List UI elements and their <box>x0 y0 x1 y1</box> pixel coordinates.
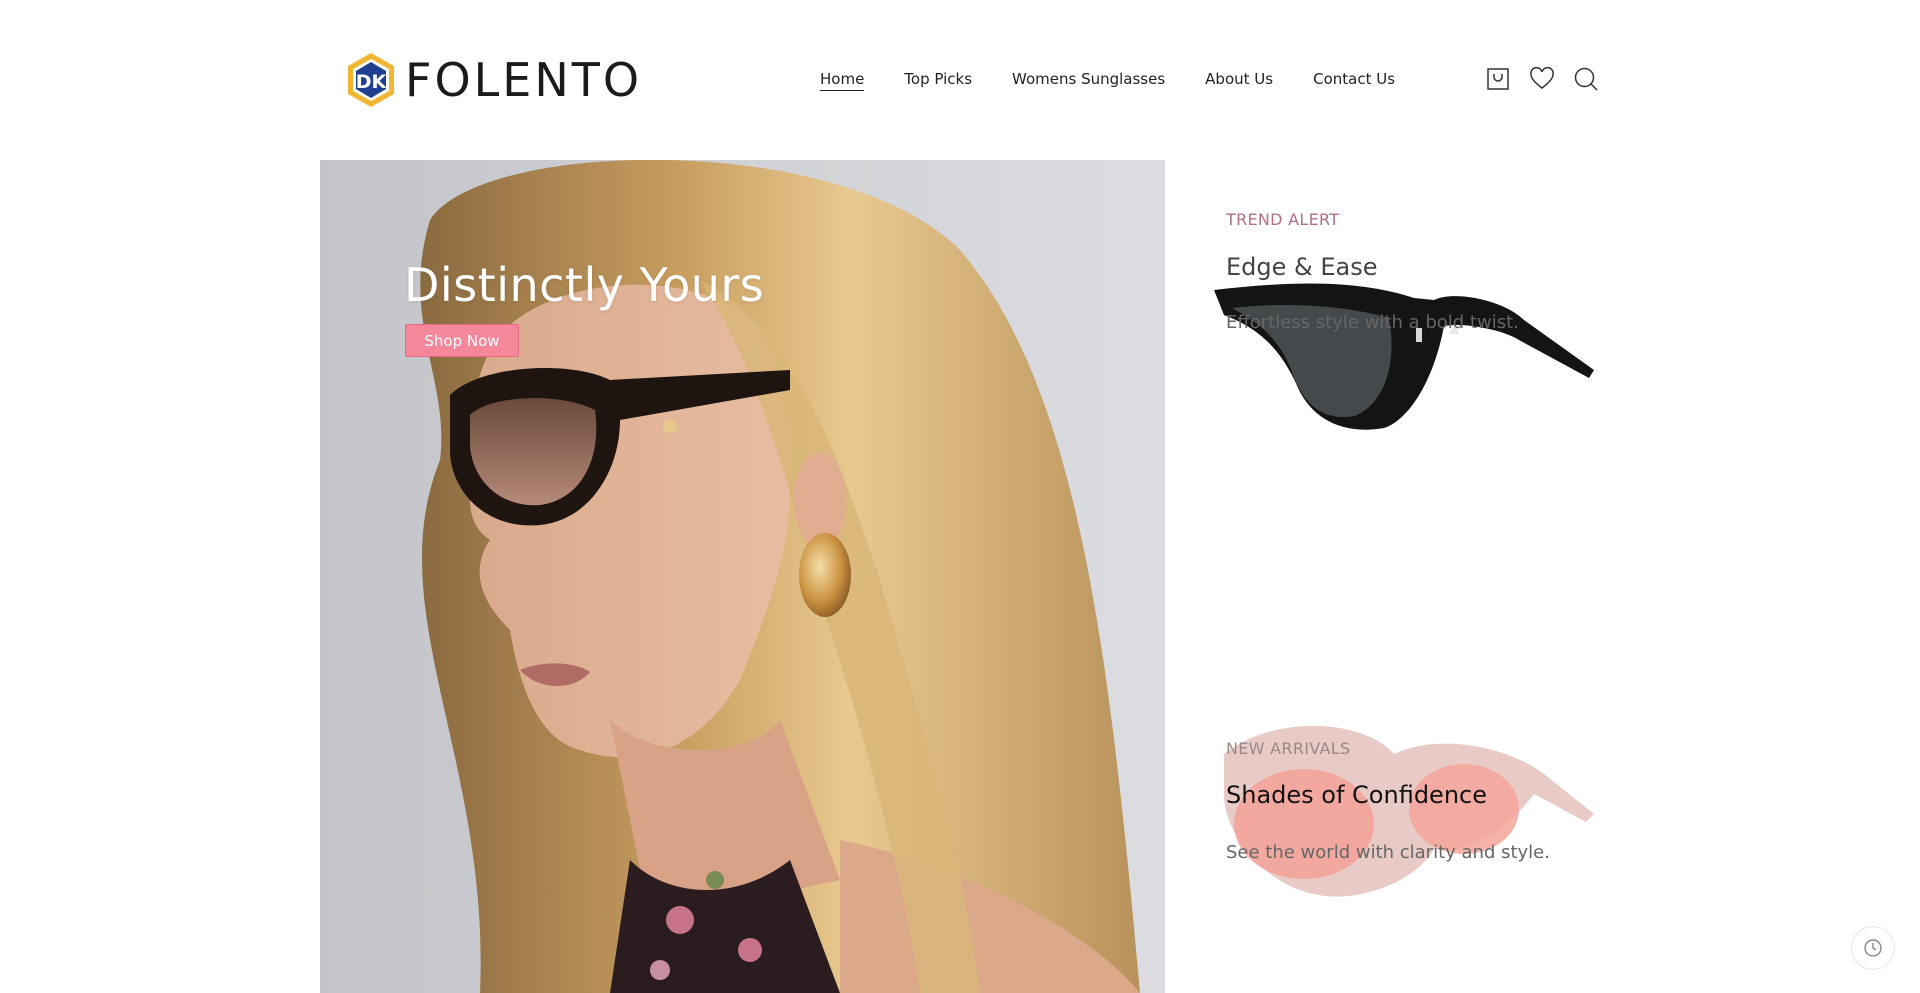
nav-about-us[interactable]: About Us <box>1205 68 1273 91</box>
history-button[interactable] <box>1851 926 1895 970</box>
nav-contact-us[interactable]: Contact Us <box>1313 68 1395 91</box>
shop-now-button[interactable]: Shop Now <box>405 324 519 357</box>
promo-new-arrivals[interactable]: NEW ARRIVALS Shades of Confidence See th… <box>1190 680 1610 980</box>
hero-banner: Distinctly Yours Shop Now <box>320 160 1165 993</box>
svg-text:DK: DK <box>356 71 388 93</box>
promo-subtitle: Effortless style with a bold twist. <box>1226 312 1519 333</box>
promo-title: Edge & Ease <box>1226 253 1378 281</box>
header-actions <box>1485 66 1599 92</box>
site-header: DK FOLENTO Home Top Picks Womens Sunglas… <box>0 0 1920 160</box>
brand-logo[interactable]: DK FOLENTO <box>345 50 642 110</box>
nav-womens-sunglasses[interactable]: Womens Sunglasses <box>1012 68 1165 91</box>
brand-name: FOLENTO <box>405 53 643 107</box>
black-sunglasses-image <box>1214 283 1594 430</box>
history-icon <box>1864 939 1882 957</box>
promo-title: Shades of Confidence <box>1226 781 1487 809</box>
promo-eyebrow: NEW ARRIVALS <box>1226 739 1351 758</box>
promo-trend-alert[interactable]: TREND ALERT Edge & Ease Effortless style… <box>1190 160 1610 580</box>
logo-mark-icon: DK <box>348 53 394 107</box>
cart-button[interactable] <box>1485 66 1511 92</box>
heart-icon <box>1530 66 1554 89</box>
search-button[interactable] <box>1573 66 1599 92</box>
wishlist-button[interactable] <box>1529 66 1555 92</box>
cart-icon <box>1487 68 1509 90</box>
search-icon <box>1574 67 1598 91</box>
promo-subtitle: See the world with clarity and style. <box>1226 842 1550 863</box>
main-nav: Home Top Picks Womens Sunglasses About U… <box>820 68 1395 91</box>
nav-home[interactable]: Home <box>820 68 865 91</box>
promo-eyebrow: TREND ALERT <box>1226 210 1340 229</box>
nav-top-picks[interactable]: Top Picks <box>904 68 972 91</box>
hero-title: Distinctly Yours <box>404 258 765 312</box>
